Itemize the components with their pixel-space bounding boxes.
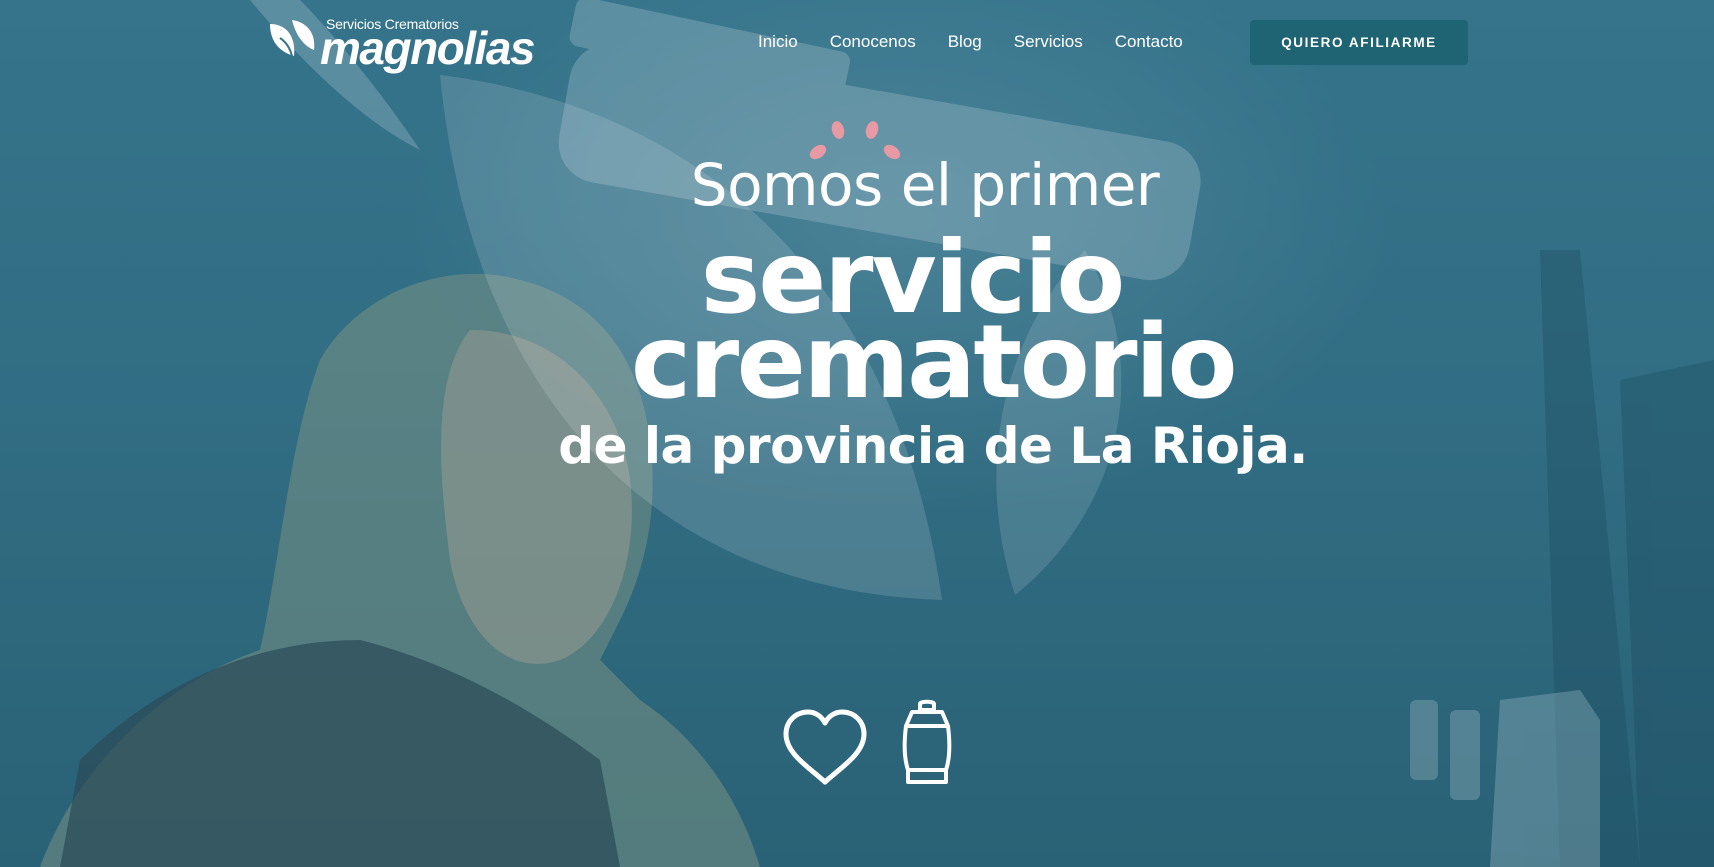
headline-line-1: Somos el primer — [690, 151, 1160, 219]
main-nav: Inicio Conocenos Blog Servicios Contacto — [758, 28, 1215, 56]
headline-line-4: de la provincia de La Rioja. — [558, 417, 1308, 475]
magnolia-leaf-logo-icon — [270, 20, 315, 57]
nav-item-contacto[interactable]: Contacto — [1115, 32, 1183, 52]
headline-line-3: crematorio — [630, 303, 1238, 422]
quiero-afiliarme-button[interactable]: QUIERO AFILIARME — [1250, 20, 1468, 65]
nav-item-inicio[interactable]: Inicio — [758, 32, 798, 52]
urn-icon — [902, 699, 952, 784]
nav-item-servicios[interactable]: Servicios — [1014, 32, 1083, 52]
site-header: Servicios Crematorios magnolias Inicio C… — [0, 0, 1714, 86]
nav-item-blog[interactable]: Blog — [948, 32, 982, 52]
site-logo[interactable]: Servicios Crematorios magnolias — [266, 14, 536, 72]
logo-brand-name: magnolias — [320, 22, 536, 74]
nav-item-conocenos[interactable]: Conocenos — [830, 32, 916, 52]
heart-icon — [783, 709, 867, 785]
